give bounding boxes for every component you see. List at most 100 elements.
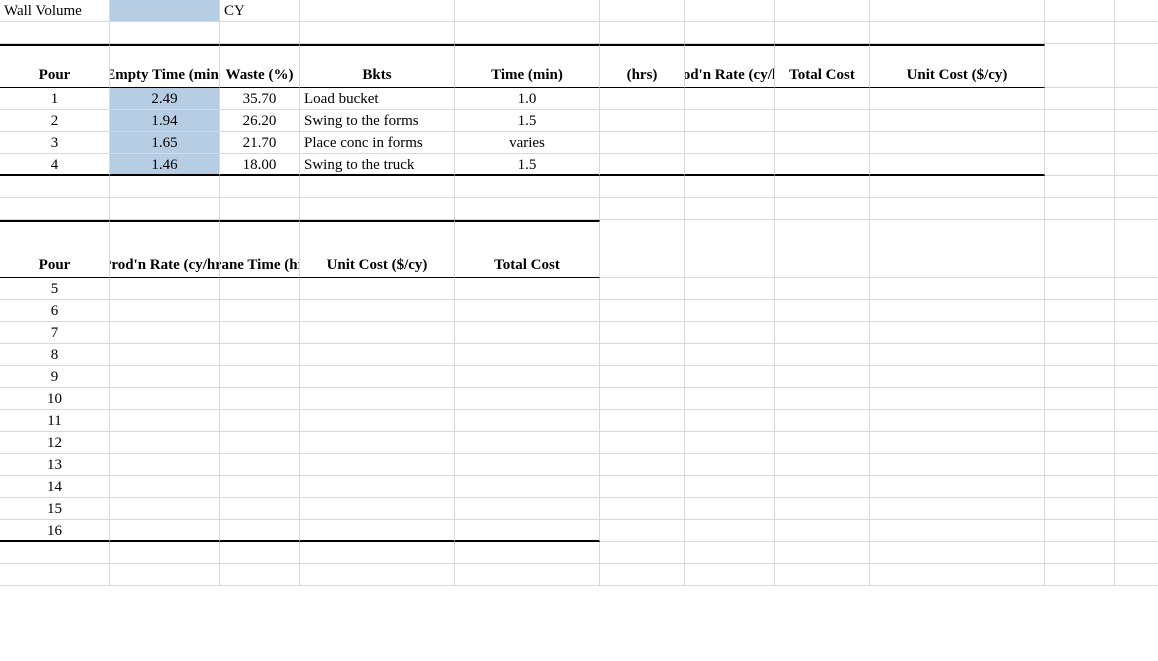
blank-cell[interactable]: [1045, 88, 1115, 110]
blank-cell[interactable]: [1115, 564, 1158, 586]
blank-cell[interactable]: [1115, 542, 1158, 564]
t1-unit[interactable]: [870, 88, 1045, 110]
t2-pour[interactable]: 7: [0, 322, 110, 344]
t1-waste[interactable]: 18.00: [220, 154, 300, 176]
blank-cell[interactable]: [0, 176, 110, 198]
t1-time[interactable]: 1.0: [455, 88, 600, 110]
t2-crane[interactable]: [220, 278, 300, 300]
blank-cell[interactable]: [685, 366, 775, 388]
t1-pour[interactable]: 4: [0, 154, 110, 176]
t2-crane[interactable]: [220, 366, 300, 388]
blank-cell[interactable]: [1115, 220, 1158, 278]
t2-crane[interactable]: [220, 476, 300, 498]
t1-time[interactable]: 1.5: [455, 110, 600, 132]
blank-cell[interactable]: [1115, 198, 1158, 220]
blank-cell[interactable]: [685, 498, 775, 520]
blank-cell[interactable]: [455, 564, 600, 586]
t1-empty[interactable]: 1.46: [110, 154, 220, 176]
blank-cell[interactable]: [775, 0, 870, 22]
blank-cell[interactable]: [110, 198, 220, 220]
t2-pour[interactable]: 8: [0, 344, 110, 366]
blank-cell[interactable]: [1115, 432, 1158, 454]
t2-pour[interactable]: 6: [0, 300, 110, 322]
blank-cell[interactable]: [300, 176, 455, 198]
blank-cell[interactable]: [685, 322, 775, 344]
blank-cell[interactable]: [1115, 44, 1158, 88]
blank-cell[interactable]: [870, 278, 1045, 300]
blank-cell[interactable]: [775, 322, 870, 344]
t2-prodn[interactable]: [110, 476, 220, 498]
t2-unit[interactable]: [300, 520, 455, 542]
blank-cell[interactable]: [220, 542, 300, 564]
blank-cell[interactable]: [1045, 220, 1115, 278]
t2-pour[interactable]: 12: [0, 432, 110, 454]
t1-hrs[interactable]: [600, 88, 685, 110]
blank-cell[interactable]: [600, 498, 685, 520]
blank-cell[interactable]: [685, 410, 775, 432]
blank-cell[interactable]: [600, 278, 685, 300]
t2-total[interactable]: [455, 520, 600, 542]
blank-cell[interactable]: [1045, 432, 1115, 454]
blank-cell[interactable]: [1115, 278, 1158, 300]
t2-total[interactable]: [455, 278, 600, 300]
blank-cell[interactable]: [1045, 520, 1115, 542]
blank-cell[interactable]: [775, 454, 870, 476]
t2-prodn[interactable]: [110, 432, 220, 454]
blank-cell[interactable]: [685, 22, 775, 44]
t1-bkts[interactable]: Swing to the forms: [300, 110, 455, 132]
t1-empty[interactable]: 1.94: [110, 110, 220, 132]
blank-cell[interactable]: [870, 366, 1045, 388]
t2-prodn[interactable]: [110, 498, 220, 520]
blank-cell[interactable]: [1045, 454, 1115, 476]
blank-cell[interactable]: [1045, 300, 1115, 322]
blank-cell[interactable]: [110, 176, 220, 198]
blank-cell[interactable]: [1045, 44, 1115, 88]
t2-unit[interactable]: [300, 344, 455, 366]
blank-cell[interactable]: [600, 176, 685, 198]
t2-unit[interactable]: [300, 498, 455, 520]
t2-pour[interactable]: 9: [0, 366, 110, 388]
t2-pour[interactable]: 11: [0, 410, 110, 432]
blank-cell[interactable]: [300, 0, 455, 22]
blank-cell[interactable]: [1045, 322, 1115, 344]
spreadsheet-grid[interactable]: Wall Volume CY Pour Empty Time (min) Was…: [0, 0, 1158, 586]
t2-total[interactable]: [455, 410, 600, 432]
blank-cell[interactable]: [1115, 300, 1158, 322]
blank-cell[interactable]: [1115, 410, 1158, 432]
t1-unit[interactable]: [870, 110, 1045, 132]
blank-cell[interactable]: [870, 0, 1045, 22]
t1-hrs[interactable]: [600, 110, 685, 132]
t1-total[interactable]: [775, 132, 870, 154]
blank-cell[interactable]: [870, 520, 1045, 542]
t2-pour[interactable]: 15: [0, 498, 110, 520]
t2-crane[interactable]: [220, 520, 300, 542]
t2-total[interactable]: [455, 388, 600, 410]
blank-cell[interactable]: [1115, 498, 1158, 520]
blank-cell[interactable]: [455, 22, 600, 44]
blank-cell[interactable]: [870, 454, 1045, 476]
t1-unit[interactable]: [870, 132, 1045, 154]
blank-cell[interactable]: [600, 520, 685, 542]
blank-cell[interactable]: [870, 176, 1045, 198]
blank-cell[interactable]: [110, 564, 220, 586]
blank-cell[interactable]: [685, 176, 775, 198]
blank-cell[interactable]: [455, 542, 600, 564]
blank-cell[interactable]: [870, 198, 1045, 220]
blank-cell[interactable]: [870, 432, 1045, 454]
blank-cell[interactable]: [685, 344, 775, 366]
t2-prodn[interactable]: [110, 520, 220, 542]
blank-cell[interactable]: [1045, 388, 1115, 410]
t2-pour[interactable]: 13: [0, 454, 110, 476]
blank-cell[interactable]: [1115, 22, 1158, 44]
blank-cell[interactable]: [1115, 110, 1158, 132]
blank-cell[interactable]: [110, 542, 220, 564]
blank-cell[interactable]: [775, 432, 870, 454]
blank-cell[interactable]: [600, 542, 685, 564]
blank-cell[interactable]: [1045, 344, 1115, 366]
t2-prodn[interactable]: [110, 366, 220, 388]
t2-unit[interactable]: [300, 366, 455, 388]
blank-cell[interactable]: [775, 498, 870, 520]
t1-total[interactable]: [775, 154, 870, 176]
t1-empty[interactable]: 2.49: [110, 88, 220, 110]
blank-cell[interactable]: [600, 322, 685, 344]
